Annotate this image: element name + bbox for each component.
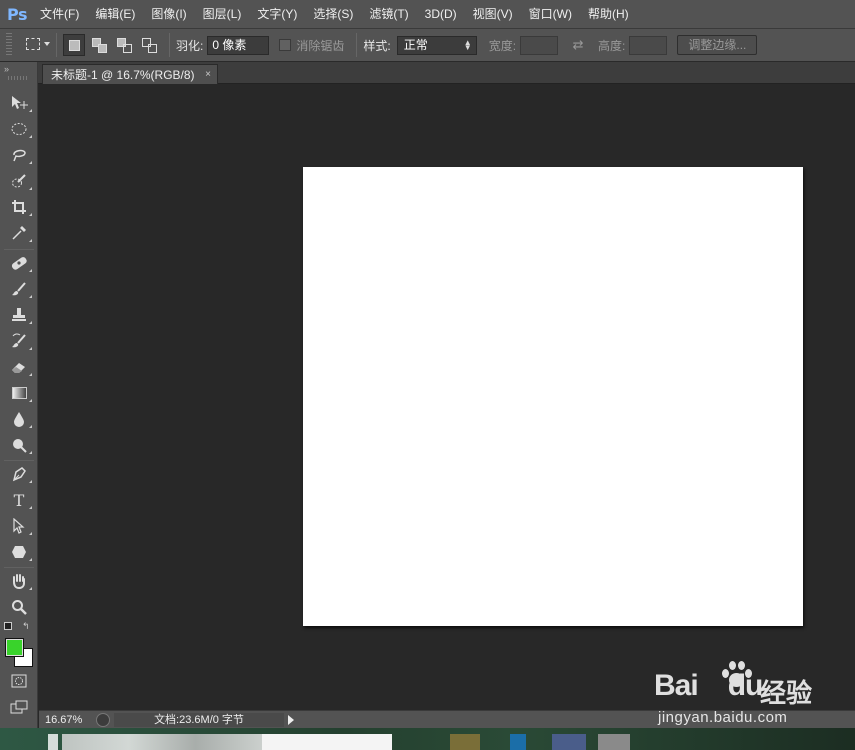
height-input[interactable] <box>629 35 668 55</box>
quick-mask-icon[interactable] <box>5 670 33 692</box>
add-to-selection-button[interactable] <box>88 34 110 56</box>
style-select[interactable]: 正常 ▲ ▼ <box>396 35 477 55</box>
collapse-panel-icon[interactable]: » <box>0 62 37 76</box>
document-tab[interactable]: 未标题-1 @ 16.7%(RGB/8) × <box>42 64 218 84</box>
feather-label: 羽化: <box>176 38 204 53</box>
crop-icon[interactable] <box>5 196 33 218</box>
foreground-color-swatch[interactable] <box>5 638 24 657</box>
rect-marquee-icon[interactable] <box>5 118 33 140</box>
options-bar-grip[interactable] <box>6 33 12 57</box>
menu-layer[interactable]: 图层(L) <box>197 0 248 28</box>
menu-bar: Ps 文件(F) 编辑(E) 图像(I) 图层(L) 文字(Y) 选择(S) 滤… <box>0 0 855 28</box>
type-icon[interactable]: T <box>5 489 33 511</box>
style-value: 正常 <box>403 37 428 52</box>
menu-window[interactable]: 窗口(W) <box>523 0 578 28</box>
width-label: 宽度: <box>488 38 517 53</box>
taskbar-block <box>510 734 526 750</box>
refine-edge-button[interactable]: 调整边缘... <box>677 35 758 55</box>
eyedropper-icon[interactable] <box>5 222 33 244</box>
divider <box>4 567 34 568</box>
watermark-url: jingyan.baidu.com <box>658 709 788 726</box>
history-brush-icon[interactable] <box>5 330 33 352</box>
updown-arrow-icon: ▲ ▼ <box>463 37 472 52</box>
feather-input[interactable]: 0 像素 <box>207 35 270 55</box>
taskbar-block <box>450 734 480 750</box>
taskbar-block <box>552 734 586 750</box>
blur-icon[interactable] <box>5 408 33 430</box>
divider <box>4 249 34 250</box>
taskbar-block <box>48 734 58 750</box>
menu-help[interactable]: 帮助(H) <box>582 0 635 28</box>
divider <box>56 33 57 57</box>
dodge-icon[interactable] <box>5 434 33 456</box>
menu-image[interactable]: 图像(I) <box>145 0 192 28</box>
taskbar-block <box>62 734 262 750</box>
tools-panel-grip[interactable] <box>8 76 29 80</box>
healing-brush-icon[interactable] <box>5 252 33 274</box>
menu-file[interactable]: 文件(F) <box>34 0 85 28</box>
status-info-icon[interactable] <box>96 712 110 727</box>
quick-selection-icon[interactable] <box>5 170 33 192</box>
tool-preset-picker[interactable] <box>20 34 50 56</box>
intersect-selection-button[interactable] <box>138 34 160 56</box>
baidu-jingyan-watermark: Bai du 经验 jingyan.baidu.com <box>650 655 850 730</box>
lasso-icon[interactable] <box>5 144 33 166</box>
brush-icon[interactable] <box>5 278 33 300</box>
rect-marquee-icon <box>26 38 40 50</box>
divider <box>169 33 170 57</box>
new-selection-button[interactable] <box>63 34 85 56</box>
zoom-icon[interactable] <box>5 596 33 618</box>
document-window <box>39 84 855 710</box>
swap-colors-icon[interactable]: ↰ <box>22 621 30 632</box>
taskbar-block <box>598 734 630 750</box>
document-info: 文档:23.6M/0 字节 <box>114 712 284 727</box>
document-tab-title: 未标题-1 @ 16.7%(RGB/8) <box>51 68 195 82</box>
watermark-brand: Bai du <box>654 669 763 702</box>
move-tool-icon[interactable] <box>5 92 33 114</box>
clone-stamp-icon[interactable] <box>5 304 33 326</box>
menu-type[interactable]: 文字(Y) <box>251 0 303 28</box>
height-label: 高度: <box>598 38 626 53</box>
chevron-down-icon <box>44 42 50 46</box>
tools-panel: » T ↰ <box>0 62 38 728</box>
subtract-from-selection-button[interactable] <box>113 34 135 56</box>
gradient-icon[interactable] <box>5 382 33 404</box>
eraser-icon[interactable] <box>5 356 33 378</box>
document-tab-strip: 未标题-1 @ 16.7%(RGB/8) × <box>38 62 855 84</box>
menu-edit[interactable]: 编辑(E) <box>89 0 141 28</box>
menu-3d[interactable]: 3D(D) <box>419 0 463 28</box>
swap-dimensions-icon[interactable]: ⇄ <box>566 37 590 53</box>
divider <box>4 460 34 461</box>
style-label: 样式: <box>363 38 391 53</box>
options-bar: 羽化: 0 像素 消除锯齿 样式: 正常 ▲ ▼ 宽度: ⇄ 高度: 调整边缘..… <box>0 28 855 62</box>
menu-view[interactable]: 视图(V) <box>467 0 519 28</box>
hand-icon[interactable] <box>5 570 33 592</box>
taskbar-block <box>262 734 392 750</box>
default-colors-icon[interactable] <box>4 622 12 630</box>
shape-icon[interactable] <box>5 541 33 563</box>
menu-filter[interactable]: 滤镜(T) <box>363 0 414 28</box>
antialias-label: 消除锯齿 <box>296 38 345 53</box>
screen-mode-icon[interactable] <box>5 696 33 718</box>
divider <box>356 33 358 57</box>
antialias-checkbox[interactable] <box>279 39 292 51</box>
width-input[interactable] <box>520 35 559 55</box>
zoom-level-field[interactable]: 16.67% <box>42 713 92 727</box>
canvas[interactable] <box>303 167 803 626</box>
pen-icon[interactable] <box>5 463 33 485</box>
photoshop-logo: Ps <box>7 4 27 24</box>
status-menu-arrow-icon[interactable] <box>288 714 294 725</box>
menu-select[interactable]: 选择(S) <box>307 0 359 28</box>
path-selection-icon[interactable] <box>5 515 33 537</box>
watermark-cn: 经验 <box>760 678 813 708</box>
os-taskbar <box>0 728 855 750</box>
close-icon[interactable]: × <box>205 69 211 80</box>
